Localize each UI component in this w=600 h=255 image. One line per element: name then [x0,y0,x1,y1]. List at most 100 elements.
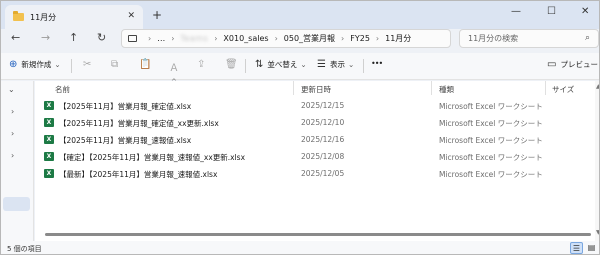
chevron-right-icon[interactable]: › [11,107,14,116]
column-date[interactable]: 更新日時 [301,84,331,95]
file-row[interactable]: X 【2025年11月】営業月報_確定値.xlsx 2025/12/15 Mic… [35,98,599,114]
preview-button-label: プレビュー [560,60,598,69]
column-divider[interactable] [293,81,294,95]
details-view-icon[interactable]: ☰ [570,242,583,254]
toolbar-divider [363,59,364,73]
refresh-button[interactable]: ↻ [97,31,106,44]
sort-ascending-icon: ^ [171,78,177,86]
file-type: Microsoft Excel ワークシート [439,102,543,111]
navigation-pane: ⌄ › › › [1,81,34,241]
tab-11gatsubun[interactable]: 11月分 ✕ [5,5,143,29]
minimize-button[interactable]: — [511,6,521,17]
excel-file-icon: X [44,101,54,110]
copy-icon[interactable]: ⧉ [111,59,118,70]
file-row[interactable]: X 【最新】【2025年11月】営業月報_速報値.xlsx 2025/12/05… [35,166,599,182]
column-divider[interactable] [545,81,546,95]
file-row[interactable]: X 【2025年11月】営業月報_速報値.xlsx 2025/12/16 Mic… [35,132,599,148]
sort-button-label: 並べ替え [267,60,298,69]
chevron-down-icon: ⌄ [347,60,355,69]
file-row[interactable]: X 【2025年11月】営業月報_確定値_xx更新.xlsx 2025/12/1… [35,115,599,131]
file-type: Microsoft Excel ワークシート [439,136,543,145]
file-explorer-window: 11月分 ✕ + — ☐ ✕ ← → ↑ ↻ › … › Teams › X01… [0,0,600,255]
forward-button[interactable]: → [41,31,50,44]
nav-selected-item[interactable] [3,197,30,211]
breadcrumb-item[interactable]: FY25 [350,34,370,43]
share-icon[interactable]: ⇪ [197,59,205,70]
file-list: ^ 名前 更新日時 種類 サイズ X 【2025年11月】営業月報_確定値.xl… [35,78,599,241]
view-button-label: 表示 [329,60,345,69]
file-date: 2025/12/05 [301,169,345,178]
rename-icon[interactable]: Ａ [169,59,179,74]
search-placeholder: 11月分の検索 [468,34,519,43]
navigation-bar: ← → ↑ ↻ › … › Teams › X010_sales › 050_営… [1,29,599,49]
tab-label: 11月分 [30,12,57,22]
column-header: ^ 名前 更新日時 種類 サイズ [35,78,599,95]
horizontal-scrollbar[interactable] [45,233,591,236]
breadcrumb-blurred[interactable]: Teams [180,34,208,43]
breadcrumb-more[interactable]: … [157,34,165,43]
excel-file-icon: X [44,118,54,127]
pc-icon [128,35,137,42]
new-button-label: 新規作成 [21,60,52,69]
chevron-right-icon[interactable]: › [11,129,14,138]
chevron-down-icon: ⌄ [54,60,61,69]
chevron-right-icon: › [171,34,175,43]
search-icon: ⌕ [584,33,590,43]
up-button[interactable]: ↑ [69,31,78,44]
close-window-button[interactable]: ✕ [581,6,589,17]
scroll-up-icon[interactable]: ▲ [596,83,599,90]
breadcrumb-item[interactable]: 050_営業月報 [284,33,335,44]
chevron-down-icon: ⌄ [300,60,307,69]
search-input[interactable]: 11月分の検索 ⌕ [459,29,599,48]
delete-icon[interactable]: 🗑 [225,59,238,70]
chevron-right-icon: › [214,34,218,43]
maximize-button[interactable]: ☐ [547,6,556,17]
sort-button[interactable]: ⇅ 並べ替え ⌄ [255,59,307,70]
back-button[interactable]: ← [11,31,20,44]
breadcrumb-item[interactable]: X010_sales [223,34,268,43]
excel-file-icon: X [44,135,54,144]
column-type[interactable]: 種類 [439,84,454,95]
column-divider[interactable] [431,81,432,95]
vertical-scrollbar[interactable]: ▲ ▼ [595,81,599,241]
add-icon: ⊕ [9,59,18,70]
paste-icon[interactable]: 📋 [139,59,151,70]
file-type: Microsoft Excel ワークシート [439,119,543,128]
excel-file-icon: X [44,169,54,178]
tiles-view-icon[interactable]: ▤ [585,242,598,254]
view-icon: ☰ [317,59,326,70]
toolbar-divider [245,59,246,73]
file-date: 2025/12/15 [301,101,345,110]
preview-pane-icon: ▭ [547,59,557,70]
preview-button[interactable]: ▭ プレビュー [547,59,598,70]
address-bar[interactable]: › … › Teams › X010_sales › 050_営業月報 › FY… [121,29,451,48]
file-type: Microsoft Excel ワークシート [439,153,543,162]
new-tab-button[interactable]: + [152,8,162,22]
file-name: 【2025年11月】営業月報_確定値.xlsx [59,102,192,111]
breadcrumb-item[interactable]: 11月分 [385,33,411,44]
tab-close-icon[interactable]: ✕ [127,11,135,21]
cut-icon[interactable]: ✂ [83,59,91,70]
more-options-icon[interactable]: ••• [371,59,383,68]
file-name: 【2025年11月】営業月報_速報値.xlsx [59,136,192,145]
file-date: 2025/12/16 [301,135,345,144]
chevron-right-icon: › [148,34,152,43]
sort-icon: ⇅ [255,59,264,70]
column-name[interactable]: 名前 [55,84,70,95]
new-button[interactable]: ⊕ 新規作成 ⌄ [9,59,61,70]
scroll-down-icon[interactable]: ▼ [596,229,599,236]
file-row[interactable]: X 【確定】【2025年11月】営業月報_速報値_xx更新.xlsx 2025/… [35,149,599,165]
file-name: 【最新】【2025年11月】営業月報_速報値.xlsx [59,170,218,179]
file-date: 2025/12/08 [301,152,345,161]
chevron-right-icon[interactable]: › [11,151,14,160]
file-name: 【確定】【2025年11月】営業月報_速報値_xx更新.xlsx [59,153,246,162]
chevron-right-icon: › [375,34,380,43]
folder-icon [13,11,24,21]
view-button[interactable]: ☰ 表示 ⌄ [317,59,354,70]
chevron-right-icon: › [274,34,278,43]
file-name: 【2025年11月】営業月報_確定値_xx更新.xlsx [59,119,219,128]
title-bar: 11月分 ✕ + — ☐ ✕ [1,1,599,29]
column-size[interactable]: サイズ [552,84,574,95]
status-bar: 5 個の項目 ☰ ▤ [1,241,599,254]
chevron-down-icon[interactable]: ⌄ [8,85,15,94]
